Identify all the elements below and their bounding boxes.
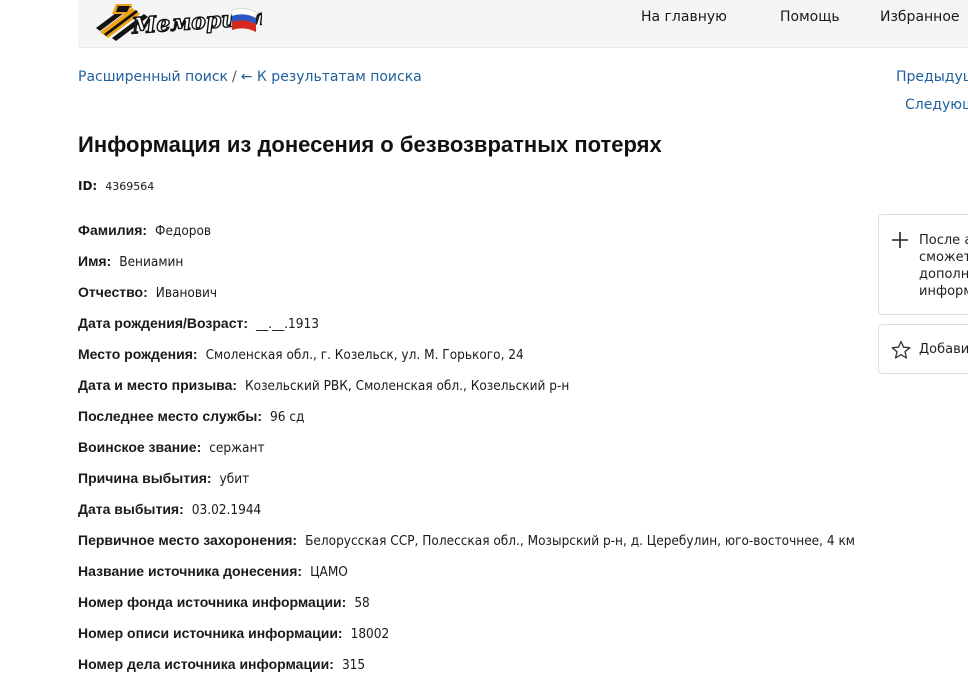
field-last-service-place: Последнее место службы: 96 сд — [78, 406, 855, 437]
field-leave-reason: Причина выбытия: убит — [78, 468, 855, 499]
field-value: Вениамин — [119, 254, 184, 270]
add-info-line: дополн — [919, 267, 968, 282]
nav-home-link[interactable]: На главную — [641, 9, 727, 25]
field-value: __.__.1913 — [256, 316, 319, 332]
add-info-line: сможет — [919, 250, 968, 265]
field-value: Белорусская ССР, Полесская обл., Мозырск… — [305, 533, 855, 549]
field-label: Первичное место захоронения: — [78, 532, 298, 548]
next-record-link[interactable]: Следующ — [905, 97, 968, 113]
field-first-name: Имя: Вениамин — [78, 251, 855, 282]
field-value: Козельский РВК, Смоленская обл., Козельс… — [245, 378, 570, 394]
record-id-label: ID: — [78, 179, 98, 193]
nav-favorites-link[interactable]: Избранное — [880, 9, 960, 25]
field-value: Федоров — [155, 223, 212, 239]
previous-record-link[interactable]: Предыдущ — [896, 69, 968, 85]
add-info-text: После а сможет дополн информ — [919, 232, 968, 300]
field-burial-place: Первичное место захоронения: Белорусская … — [78, 530, 855, 561]
nav-help-link[interactable]: Помощь — [780, 9, 840, 25]
field-value: 03.02.1944 — [191, 502, 262, 518]
field-fund-number: Номер фонда источника информации: 58 — [78, 592, 855, 623]
field-label: Последнее место службы: — [78, 408, 263, 424]
advanced-search-link[interactable]: Расширенный поиск — [78, 69, 228, 85]
field-value: 315 — [341, 657, 366, 673]
field-birth-place: Место рождения: Смоленская обл., г. Козел… — [78, 344, 855, 375]
field-birth-date: Дата рождения/Возраст: __.__.1913 — [78, 313, 855, 344]
field-label: Название источника донесения: — [78, 563, 303, 579]
field-label: Дата и место призыва: — [78, 377, 238, 393]
plus-icon — [891, 231, 909, 253]
field-source-name: Название источника донесения: ЦАМО — [78, 561, 855, 592]
field-label: Имя: — [78, 253, 112, 269]
breadcrumb-separator: / — [232, 69, 237, 85]
site-header: Мемориал На главную Помощь Избранное — [78, 0, 968, 48]
page-title: Информация из донесения о безвозвратных … — [78, 132, 662, 157]
field-label: Номер фонда источника информации: — [78, 594, 347, 610]
field-value: 18002 — [350, 626, 390, 642]
breadcrumb: Расширенный поиск / ← К результатам поиска — [78, 69, 422, 85]
field-value: сержант — [209, 440, 265, 456]
field-conscription: Дата и место призыва: Козельский РВК, Смо… — [78, 375, 855, 406]
field-value: убит — [219, 471, 250, 487]
field-label: Фамилия: — [78, 222, 148, 238]
field-leave-date: Дата выбытия: 03.02.1944 — [78, 499, 855, 530]
add-info-line: информ — [919, 284, 968, 299]
add-info-line: После а — [919, 233, 968, 248]
record-id: ID: 4369564 — [78, 179, 154, 193]
memorial-logo-icon: Мемориал — [96, 3, 269, 41]
add-info-card[interactable]: После а сможет дополн информ — [878, 214, 968, 315]
star-icon — [891, 340, 911, 364]
field-surname: Фамилия: Федоров — [78, 220, 855, 251]
record-id-value: 4369564 — [105, 180, 155, 193]
field-value: ЦАМО — [310, 564, 348, 580]
field-label: Причина выбытия: — [78, 470, 212, 486]
field-label: Воинское звание: — [78, 439, 202, 455]
field-patronymic: Отчество: Иванович — [78, 282, 855, 313]
field-label: Номер описи источника информации: — [78, 625, 343, 641]
field-label: Дата выбытия: — [78, 501, 184, 517]
field-rank: Воинское звание: сержант — [78, 437, 855, 468]
field-value: Иванович — [155, 285, 218, 301]
record-fields: Фамилия: Федоров Имя: Вениамин Отчество: Ив… — [78, 220, 855, 685]
field-label: Дата рождения/Возраст: — [78, 315, 249, 331]
field-value: 58 — [354, 595, 370, 611]
back-to-results-link[interactable]: ← К результатам поиска — [241, 69, 422, 85]
add-to-favorites-card[interactable]: Добави — [878, 324, 968, 374]
field-value: Смоленская обл., г. Козельск, ул. М. Гор… — [205, 347, 524, 363]
site-logo[interactable]: Мемориал — [92, 0, 269, 42]
field-label: Номер дела источника информации: — [78, 656, 334, 672]
field-label: Отчество: — [78, 284, 148, 300]
field-case-number: Номер дела источника информации: 315 — [78, 654, 855, 685]
field-label: Место рождения: — [78, 346, 198, 362]
add-to-favorites-label: Добави — [919, 342, 968, 357]
field-inventory-number: Номер описи источника информации: 18002 — [78, 623, 855, 654]
field-value: 96 сд — [270, 409, 305, 425]
